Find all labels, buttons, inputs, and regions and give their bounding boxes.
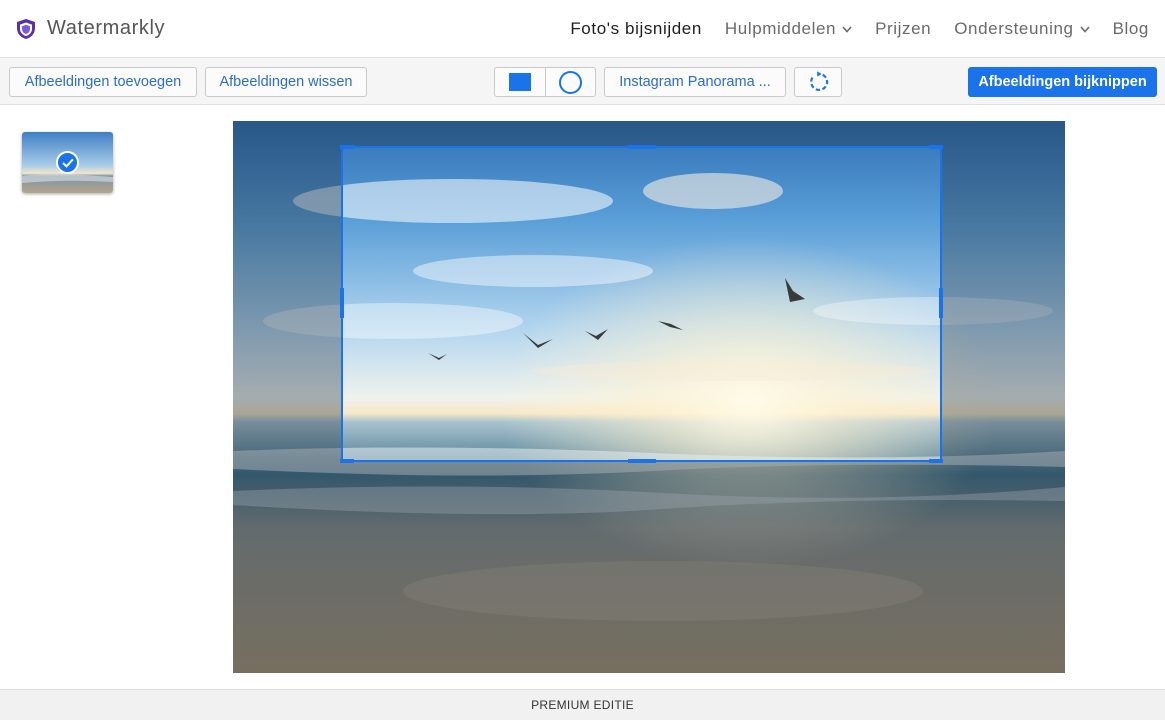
nav-item-blog[interactable]: Blog [1113,19,1149,39]
shield-logo-icon [17,18,35,39]
crop-handle-right[interactable] [939,288,943,318]
crop-shape-toggle [494,67,596,97]
aspect-preset-dropdown[interactable]: Instagram Panorama ... [604,67,786,97]
toolbar: Afbeeldingen toevoegen Afbeeldingen wiss… [0,58,1165,105]
add-images-button[interactable]: Afbeeldingen toevoegen [9,67,197,97]
rotate-icon [810,71,829,91]
crop-frame[interactable] [340,145,943,463]
main-menu: Foto's bijsnijden Hulpmiddelen Prijzen O… [570,0,1165,58]
top-navigation: Watermarkly Foto's bijsnijden Hulpmiddel… [0,0,1165,58]
brand-name: Watermarkly [47,17,166,39]
image-thumbnail[interactable] [22,132,113,193]
nav-item-tools[interactable]: Hulpmiddelen [725,19,852,39]
image-editor-canvas[interactable] [233,121,1065,673]
nav-item-label: Prijzen [875,19,932,38]
crop-handle-bottom-left[interactable] [340,459,354,463]
nav-item-label: Foto's bijsnijden [570,19,702,38]
rectangle-shape-icon [509,73,531,91]
nav-item-crop-photos[interactable]: Foto's bijsnijden [570,19,702,39]
nav-item-label: Blog [1112,19,1149,38]
selected-check-badge [56,151,79,174]
rectangle-shape-button[interactable] [495,68,545,96]
crop-handle-top-right[interactable] [929,145,943,149]
clear-images-button[interactable]: Afbeeldingen wissen [205,67,367,97]
chevron-down-icon [1079,25,1090,33]
nav-item-label: Ondersteuning [954,19,1074,38]
rotate-button[interactable] [794,67,842,97]
crop-handle-top[interactable] [628,145,656,149]
footer-edition-label: PREMIUM EDITIE [0,689,1165,720]
nav-item-label: Hulpmiddelen [724,19,837,38]
nav-item-support[interactable]: Ondersteuning [954,19,1090,39]
crop-handle-left[interactable] [340,288,344,318]
crop-handle-bottom[interactable] [628,459,656,463]
circle-shape-button[interactable] [545,68,595,96]
nav-item-pricing[interactable]: Prijzen [875,19,931,39]
crop-handle-bottom-right[interactable] [929,459,943,463]
brand-logo-link[interactable]: Watermarkly [16,17,165,40]
circle-shape-icon [559,70,582,94]
chevron-down-icon [842,25,852,33]
crop-images-button[interactable]: Afbeeldingen bijknippen [968,67,1157,97]
check-icon [61,158,74,168]
crop-handle-top-left[interactable] [340,145,354,149]
